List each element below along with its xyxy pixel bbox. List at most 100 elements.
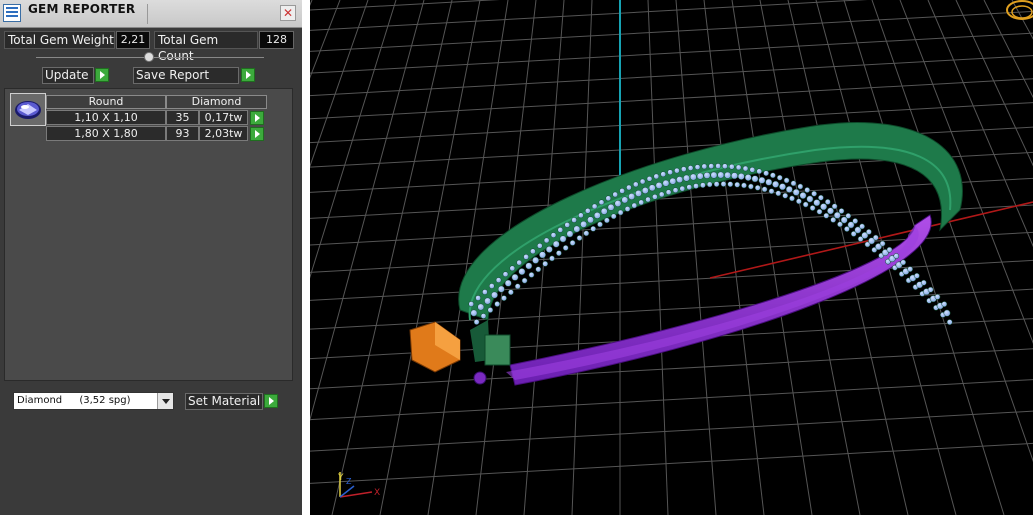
ring-preview [1006, 0, 1033, 20]
pave-gem [672, 187, 679, 194]
splitter-handle[interactable] [144, 52, 154, 62]
total-gem-count-value: 128 [259, 31, 294, 49]
pave-gem [552, 240, 560, 248]
gem-reporter-icon [3, 4, 21, 22]
pave-gem [509, 265, 516, 272]
viewport-canvas[interactable]: Y X Z [310, 0, 1033, 515]
total-gem-count-label: Total Gem Count [154, 31, 258, 63]
save-report-go-icon[interactable] [241, 68, 255, 82]
pave-gem [655, 181, 663, 189]
pave-gem [703, 171, 711, 179]
row-1-select-icon[interactable] [250, 111, 264, 125]
chevron-down-icon[interactable] [157, 393, 173, 409]
pave-gem [920, 279, 927, 286]
pave-gem [631, 202, 638, 209]
row-1-weight: 0,17tw [199, 110, 248, 125]
row-2-weight: 2,03tw [199, 126, 248, 141]
pave-gem [717, 171, 725, 179]
pave-gem [610, 213, 617, 220]
grid-line [647, 0, 669, 515]
pave-gem [632, 181, 639, 188]
save-report-button[interactable]: Save Report [133, 67, 239, 84]
pave-gem [566, 230, 574, 238]
grid-line [310, 410, 1033, 452]
grid-line [310, 55, 1033, 97]
material-dropdown[interactable]: Diamond (3,52 spg) [13, 392, 174, 410]
pave-gem [827, 207, 834, 215]
3d-viewport[interactable]: Y X Z [310, 0, 1033, 515]
save-report-button-label: Save Report [136, 68, 210, 82]
grid-line [310, 0, 341, 79]
grid-line [310, 32, 1033, 74]
pave-gem [535, 266, 542, 273]
pave-gem [495, 277, 502, 283]
pave-gem [646, 175, 653, 182]
pave-gem [597, 221, 603, 228]
set-material-button[interactable]: Set Material [185, 393, 263, 410]
pave-gem [934, 294, 941, 300]
bracelet-model[interactable] [409, 121, 963, 386]
close-button[interactable]: ✕ [280, 5, 296, 21]
pave-gem [804, 187, 811, 193]
update-go-icon[interactable] [95, 68, 109, 82]
pave-gem [687, 165, 694, 171]
pave-gem [652, 193, 658, 200]
pave-gem [536, 242, 543, 249]
pave-gem [731, 172, 738, 180]
grid-line [759, 0, 861, 515]
pave-gem [900, 259, 907, 266]
pave-gem [734, 181, 741, 188]
bracelet-latch [484, 334, 511, 366]
set-material-go-icon[interactable] [264, 394, 278, 408]
pave-gem [550, 232, 557, 238]
panel-divider[interactable] [302, 0, 310, 515]
pave-gem [693, 183, 699, 189]
pave-gem [742, 165, 749, 172]
pave-gem [708, 163, 715, 169]
pave-gem [680, 166, 687, 172]
pave-gem [583, 230, 590, 237]
pave-gem [744, 174, 752, 181]
pave-gem [543, 237, 550, 244]
pave-gem [893, 253, 900, 259]
pave-gem [694, 164, 701, 170]
pave-gem [514, 283, 521, 290]
pave-gem [765, 178, 773, 186]
update-button[interactable]: Update [42, 67, 94, 84]
pave-gem [468, 301, 475, 307]
pave-gem [811, 190, 817, 197]
pave-gem [831, 203, 838, 210]
row-1-count: 35 [166, 110, 199, 125]
pave-gem [502, 271, 509, 278]
pave-gem [792, 188, 800, 196]
pave-gem [619, 188, 625, 194]
pave-gem [756, 168, 763, 175]
pave-gem [477, 303, 485, 311]
pave-gem [859, 223, 865, 230]
pave-gem [511, 273, 519, 281]
pave-gem [737, 172, 745, 180]
pave-gem [542, 260, 549, 267]
pave-gem [587, 216, 594, 224]
pave-gem [749, 166, 756, 173]
total-gem-weight-value: 2,21 [116, 31, 150, 49]
grid-line [310, 0, 425, 422]
pave-gem [700, 182, 706, 188]
pave-gem [590, 225, 597, 232]
pave-gem [557, 227, 564, 233]
row-2-select-icon[interactable] [250, 127, 264, 141]
pave-gem [715, 163, 721, 169]
grid-line [331, 0, 453, 515]
pave-gem [727, 181, 734, 188]
pave-gem [724, 171, 732, 179]
set-material-button-label: Set Material [188, 394, 261, 408]
pave-gem [470, 309, 478, 317]
grid-line [310, 10, 1033, 52]
title-separator [147, 4, 148, 24]
pave-gem [838, 208, 845, 214]
pave-gem [866, 229, 872, 235]
pave-gem [480, 313, 487, 319]
pave-gem [689, 173, 697, 181]
pave-gem [564, 222, 571, 228]
pave-gem [508, 289, 514, 296]
